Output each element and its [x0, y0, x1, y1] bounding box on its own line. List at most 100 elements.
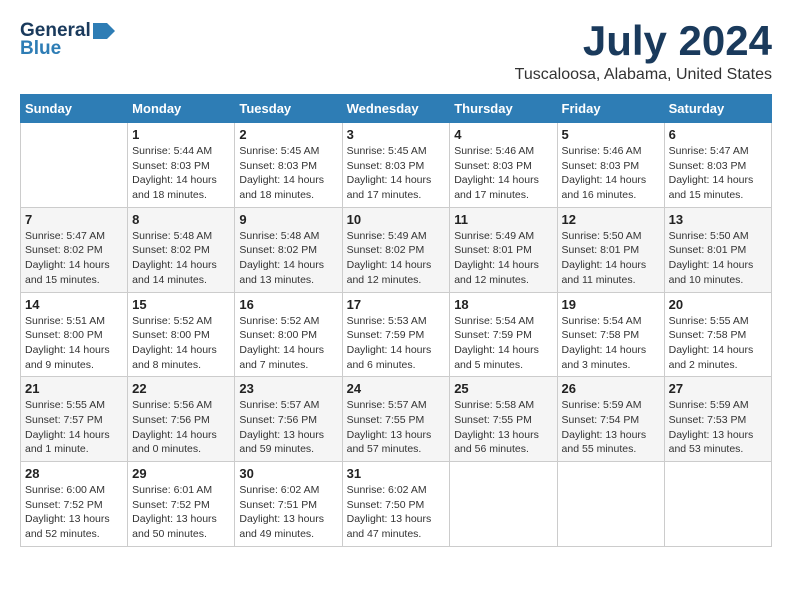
day-content: Sunrise: 5:57 AM Sunset: 7:55 PM Dayligh… [347, 398, 446, 457]
calendar-cell: 13 Sunrise: 5:50 AM Sunset: 8:01 PM Dayli… [664, 207, 771, 292]
day-content: Sunrise: 5:59 AM Sunset: 7:53 PM Dayligh… [669, 398, 767, 457]
calendar-week-row: 14 Sunrise: 5:51 AM Sunset: 8:00 PM Dayli… [21, 292, 772, 377]
day-content: Sunrise: 5:49 AM Sunset: 8:01 PM Dayligh… [454, 229, 552, 288]
calendar-cell: 15Sunrise: 5:52 AM Sunset: 8:00 PM Dayli… [128, 292, 235, 377]
location-title: Tuscaloosa, Alabama, United States [515, 66, 772, 84]
day-content: Sunrise: 5:50 AM Sunset: 8:01 PM Dayligh… [562, 229, 660, 288]
calendar-cell: 31 Sunrise: 6:02 AM Sunset: 7:50 PM Dayli… [342, 462, 450, 547]
day-number: 4 [454, 127, 552, 142]
calendar-week-row: 1Sunrise: 5:44 AM Sunset: 8:03 PM Daylig… [21, 123, 772, 208]
day-number: 2 [239, 127, 337, 142]
calendar-week-row: 7Sunrise: 5:47 AM Sunset: 8:02 PM Daylig… [21, 207, 772, 292]
day-number: 22 [132, 381, 230, 396]
day-content: Sunrise: 5:59 AM Sunset: 7:54 PM Dayligh… [562, 398, 660, 457]
calendar-cell: 23Sunrise: 5:57 AM Sunset: 7:56 PM Dayli… [235, 377, 342, 462]
logo: General Blue [20, 20, 115, 60]
day-content: Sunrise: 5:52 AM Sunset: 8:00 PM Dayligh… [239, 314, 337, 373]
calendar-cell: 20 Sunrise: 5:55 AM Sunset: 7:58 PM Dayli… [664, 292, 771, 377]
day-number: 14 [25, 297, 123, 312]
calendar-cell: 28 Sunrise: 6:00 AM Sunset: 7:52 PM Dayli… [21, 462, 128, 547]
calendar-cell: 18Sunrise: 5:54 AM Sunset: 7:59 PM Dayli… [450, 292, 557, 377]
day-content: Sunrise: 5:58 AM Sunset: 7:55 PM Dayligh… [454, 398, 552, 457]
calendar-cell [664, 462, 771, 547]
weekday-header-sunday: Sunday [21, 95, 128, 123]
day-content: Sunrise: 5:46 AM Sunset: 8:03 PM Dayligh… [562, 144, 660, 203]
calendar-cell: 5 Sunrise: 5:46 AM Sunset: 8:03 PM Daylig… [557, 123, 664, 208]
calendar-cell: 14 Sunrise: 5:51 AM Sunset: 8:00 PM Dayli… [21, 292, 128, 377]
day-content: Sunrise: 5:50 AM Sunset: 8:01 PM Dayligh… [669, 229, 767, 288]
day-number: 16 [239, 297, 337, 312]
day-content: Sunrise: 5:51 AM Sunset: 8:00 PM Dayligh… [25, 314, 123, 373]
day-number: 24 [347, 381, 446, 396]
day-content: Sunrise: 6:01 AM Sunset: 7:52 PM Dayligh… [132, 483, 230, 542]
day-number: 30 [239, 466, 337, 481]
calendar-cell: 6Sunrise: 5:47 AM Sunset: 8:03 PM Daylig… [664, 123, 771, 208]
weekday-header-monday: Monday [128, 95, 235, 123]
day-number: 3 [347, 127, 446, 142]
weekday-header-row: SundayMondayTuesdayWednesdayThursdayFrid… [21, 95, 772, 123]
calendar-cell: 21Sunrise: 5:55 AM Sunset: 7:57 PM Dayli… [21, 377, 128, 462]
calendar-cell: 22 Sunrise: 5:56 AM Sunset: 7:56 PM Dayli… [128, 377, 235, 462]
day-number: 18 [454, 297, 552, 312]
calendar-cell: 30 Sunrise: 6:02 AM Sunset: 7:51 PM Dayli… [235, 462, 342, 547]
day-number: 26 [562, 381, 660, 396]
day-number: 11 [454, 212, 552, 227]
day-number: 9 [239, 212, 337, 227]
day-content: Sunrise: 5:45 AM Sunset: 8:03 PM Dayligh… [347, 144, 446, 203]
day-number: 29 [132, 466, 230, 481]
calendar-cell: 7Sunrise: 5:47 AM Sunset: 8:02 PM Daylig… [21, 207, 128, 292]
calendar-cell: 12 Sunrise: 5:50 AM Sunset: 8:01 PM Dayli… [557, 207, 664, 292]
day-number: 17 [347, 297, 446, 312]
calendar-cell [557, 462, 664, 547]
calendar-cell: 10Sunrise: 5:49 AM Sunset: 8:02 PM Dayli… [342, 207, 450, 292]
weekday-header-friday: Friday [557, 95, 664, 123]
day-content: Sunrise: 5:46 AM Sunset: 8:03 PM Dayligh… [454, 144, 552, 203]
day-content: Sunrise: 5:44 AM Sunset: 8:03 PM Dayligh… [132, 144, 230, 203]
calendar-cell: 4 Sunrise: 5:46 AM Sunset: 8:03 PM Daylig… [450, 123, 557, 208]
weekday-header-saturday: Saturday [664, 95, 771, 123]
calendar-week-row: 28 Sunrise: 6:00 AM Sunset: 7:52 PM Dayli… [21, 462, 772, 547]
day-content: Sunrise: 5:47 AM Sunset: 8:02 PM Dayligh… [25, 229, 123, 288]
day-content: Sunrise: 5:45 AM Sunset: 8:03 PM Dayligh… [239, 144, 337, 203]
header: General Blue July 2024 Tuscaloosa, Alaba… [20, 20, 772, 84]
logo-arrow-icon [93, 23, 115, 39]
day-content: Sunrise: 6:02 AM Sunset: 7:50 PM Dayligh… [347, 483, 446, 542]
day-content: Sunrise: 5:56 AM Sunset: 7:56 PM Dayligh… [132, 398, 230, 457]
day-number: 15 [132, 297, 230, 312]
day-content: Sunrise: 5:53 AM Sunset: 7:59 PM Dayligh… [347, 314, 446, 373]
day-number: 19 [562, 297, 660, 312]
day-content: Sunrise: 5:55 AM Sunset: 7:57 PM Dayligh… [25, 398, 123, 457]
day-number: 12 [562, 212, 660, 227]
day-content: Sunrise: 5:48 AM Sunset: 8:02 PM Dayligh… [239, 229, 337, 288]
day-number: 13 [669, 212, 767, 227]
weekday-header-thursday: Thursday [450, 95, 557, 123]
calendar-cell: 11 Sunrise: 5:49 AM Sunset: 8:01 PM Dayli… [450, 207, 557, 292]
day-number: 31 [347, 466, 446, 481]
title-area: July 2024 Tuscaloosa, Alabama, United St… [515, 20, 772, 84]
calendar-body: 1Sunrise: 5:44 AM Sunset: 8:03 PM Daylig… [21, 123, 772, 547]
day-number: 28 [25, 466, 123, 481]
day-content: Sunrise: 6:02 AM Sunset: 7:51 PM Dayligh… [239, 483, 337, 542]
calendar-week-row: 21Sunrise: 5:55 AM Sunset: 7:57 PM Dayli… [21, 377, 772, 462]
day-number: 20 [669, 297, 767, 312]
calendar-table: SundayMondayTuesdayWednesdayThursdayFrid… [20, 94, 772, 547]
month-title: July 2024 [515, 20, 772, 62]
day-number: 25 [454, 381, 552, 396]
calendar-cell: 3 Sunrise: 5:45 AM Sunset: 8:03 PM Daylig… [342, 123, 450, 208]
calendar-cell: 26 Sunrise: 5:59 AM Sunset: 7:54 PM Dayli… [557, 377, 664, 462]
calendar-cell: 27Sunrise: 5:59 AM Sunset: 7:53 PM Dayli… [664, 377, 771, 462]
day-content: Sunrise: 5:55 AM Sunset: 7:58 PM Dayligh… [669, 314, 767, 373]
calendar-cell: 16 Sunrise: 5:52 AM Sunset: 8:00 PM Dayli… [235, 292, 342, 377]
calendar-cell: 1Sunrise: 5:44 AM Sunset: 8:03 PM Daylig… [128, 123, 235, 208]
calendar-cell: 19 Sunrise: 5:54 AM Sunset: 7:58 PM Dayli… [557, 292, 664, 377]
calendar-cell: 2 Sunrise: 5:45 AM Sunset: 8:03 PM Daylig… [235, 123, 342, 208]
day-number: 5 [562, 127, 660, 142]
weekday-header-tuesday: Tuesday [235, 95, 342, 123]
day-content: Sunrise: 6:00 AM Sunset: 7:52 PM Dayligh… [25, 483, 123, 542]
day-content: Sunrise: 5:54 AM Sunset: 7:58 PM Dayligh… [562, 314, 660, 373]
day-content: Sunrise: 5:57 AM Sunset: 7:56 PM Dayligh… [239, 398, 337, 457]
day-number: 10 [347, 212, 446, 227]
calendar-cell: 17 Sunrise: 5:53 AM Sunset: 7:59 PM Dayli… [342, 292, 450, 377]
calendar-cell: 8Sunrise: 5:48 AM Sunset: 8:02 PM Daylig… [128, 207, 235, 292]
calendar-cell: 29 Sunrise: 6:01 AM Sunset: 7:52 PM Dayli… [128, 462, 235, 547]
